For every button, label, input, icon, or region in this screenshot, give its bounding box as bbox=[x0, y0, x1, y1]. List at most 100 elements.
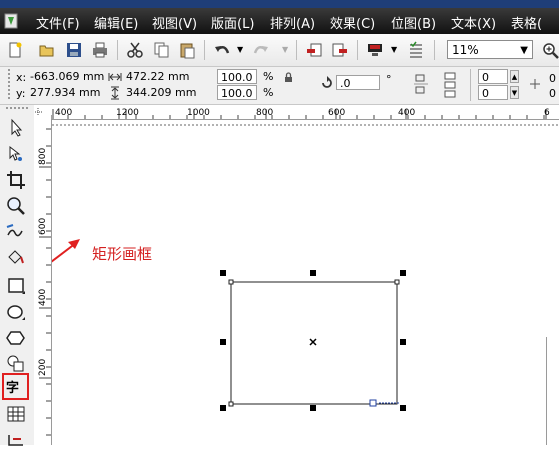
table-tool-icon[interactable] bbox=[5, 403, 27, 425]
toolbar-separator bbox=[357, 40, 358, 60]
undo-dropdown-icon[interactable]: ▼ bbox=[237, 45, 243, 54]
application-launcher-icon[interactable] bbox=[366, 41, 384, 59]
freehand-tool-icon[interactable] bbox=[5, 221, 27, 243]
import-icon[interactable] bbox=[305, 41, 323, 59]
new-document-icon[interactable] bbox=[6, 41, 24, 59]
menu-text[interactable]: 文本(X) bbox=[451, 13, 496, 32]
corner-radius-bottom-right-field[interactable]: 0 bbox=[549, 87, 556, 100]
scale-y-field[interactable]: 100.0 bbox=[217, 85, 257, 100]
rectangle-node[interactable] bbox=[228, 401, 234, 407]
chevron-down-icon: ▼ bbox=[520, 45, 528, 56]
menu-file[interactable]: 文件(F) bbox=[36, 13, 80, 32]
scale-x-field[interactable]: 100.0 bbox=[217, 69, 257, 84]
corner-radius-top-field[interactable]: 0 bbox=[478, 69, 508, 84]
rectangle-node[interactable] bbox=[394, 279, 400, 285]
smart-fill-tool-icon[interactable] bbox=[5, 247, 27, 269]
x-label: x: bbox=[16, 71, 27, 84]
toolbar-separator bbox=[434, 40, 435, 60]
ruler-h-label: 800 bbox=[256, 108, 273, 118]
page-edge bbox=[546, 337, 559, 445]
menu-view[interactable]: 视图(V) bbox=[152, 13, 197, 32]
corner-lock-icon[interactable] bbox=[528, 77, 542, 91]
percent-label: % bbox=[263, 70, 274, 83]
app-icon bbox=[4, 13, 18, 29]
center-mark-icon[interactable] bbox=[309, 338, 317, 346]
zoom-level-value: 11% bbox=[452, 43, 479, 57]
x-position-field[interactable]: -663.069 mm bbox=[30, 69, 104, 84]
ruler-origin[interactable] bbox=[34, 105, 51, 119]
spinner-up-icon[interactable]: ▲ bbox=[510, 70, 519, 83]
zoom-icon[interactable] bbox=[541, 41, 559, 59]
ruler-h-label: 6 bbox=[544, 108, 550, 118]
selection-handle[interactable] bbox=[220, 270, 226, 276]
crop-tool-icon[interactable] bbox=[5, 169, 27, 191]
zoom-level-select[interactable]: 11% ▼ bbox=[447, 40, 533, 59]
drag-handle[interactable] bbox=[8, 69, 14, 99]
corner-radius-top-right-field[interactable]: 0 bbox=[549, 72, 556, 85]
ellipse-tool-icon[interactable] bbox=[5, 301, 27, 323]
ruler-v-label: 800 bbox=[38, 148, 48, 165]
dimension-tool-icon[interactable] bbox=[5, 427, 27, 449]
polygon-tool-icon[interactable] bbox=[5, 327, 27, 349]
selection-handle[interactable] bbox=[400, 339, 406, 345]
standard-toolbar: ▼ ▼ ▼ 11% ▼ bbox=[0, 34, 559, 67]
drag-handle[interactable] bbox=[6, 107, 28, 113]
undo-icon[interactable] bbox=[213, 41, 231, 59]
ruler-h-label: 400 bbox=[55, 108, 72, 118]
y-position-field[interactable]: 277.934 mm bbox=[30, 85, 100, 100]
zoom-tool-icon[interactable] bbox=[5, 195, 27, 217]
height-field[interactable]: 344.209 mm bbox=[126, 85, 196, 100]
menu-layout[interactable]: 版面(L) bbox=[211, 13, 254, 32]
title-bar bbox=[0, 0, 559, 8]
launcher-dropdown-icon[interactable]: ▼ bbox=[391, 45, 397, 54]
selection-handle[interactable] bbox=[220, 405, 226, 411]
redo-icon[interactable] bbox=[252, 41, 270, 59]
horizontal-ruler[interactable]: 400 1200 1000 800 600 400 6 bbox=[34, 105, 559, 120]
selection-handle[interactable] bbox=[220, 339, 226, 345]
ruler-h-label: 1200 bbox=[116, 108, 139, 118]
save-icon[interactable] bbox=[65, 41, 83, 59]
property-bar: x: -663.069 mm y: 277.934 mm 472.22 mm 3… bbox=[0, 67, 559, 105]
open-folder-icon[interactable] bbox=[38, 41, 56, 59]
options-icon[interactable] bbox=[407, 41, 425, 59]
selection-handle[interactable] bbox=[400, 405, 406, 411]
vertical-ruler[interactable]: 800 600 400 200 bbox=[34, 119, 52, 445]
menu-effects[interactable]: 效果(C) bbox=[330, 13, 375, 32]
drawing-canvas[interactable] bbox=[33, 120, 559, 445]
selection-handle[interactable] bbox=[310, 270, 316, 276]
lock-ratio-icon[interactable] bbox=[283, 72, 294, 83]
shape-tool-icon[interactable] bbox=[5, 143, 27, 165]
corner-radius-bottom-field[interactable]: 0 bbox=[478, 85, 508, 100]
rotation-field[interactable]: .0 bbox=[336, 75, 380, 90]
menu-table[interactable]: 表格( bbox=[511, 13, 542, 32]
menu-arrange[interactable]: 排列(A) bbox=[270, 13, 315, 32]
ruler-v-label: 200 bbox=[38, 359, 48, 376]
rectangle-node[interactable] bbox=[228, 279, 234, 285]
selection-handle[interactable] bbox=[310, 405, 316, 411]
redo-dropdown-icon[interactable]: ▼ bbox=[282, 45, 288, 54]
print-icon[interactable] bbox=[91, 41, 109, 59]
export-icon[interactable] bbox=[331, 41, 349, 59]
ruler-h-label: 600 bbox=[328, 108, 345, 118]
cut-icon[interactable] bbox=[126, 41, 144, 59]
annotation-arrow-line bbox=[33, 242, 77, 276]
menu-edit[interactable]: 编辑(E) bbox=[94, 13, 138, 32]
toolbar-separator bbox=[204, 40, 205, 60]
basic-shapes-tool-icon[interactable] bbox=[5, 353, 27, 375]
toolbar-separator bbox=[117, 40, 118, 60]
text-tool-icon[interactable]: 字 bbox=[6, 377, 19, 396]
menu-bitmaps[interactable]: 位图(B) bbox=[391, 13, 436, 32]
paste-icon[interactable] bbox=[178, 41, 196, 59]
align-icon[interactable] bbox=[442, 71, 458, 99]
selection-handle[interactable] bbox=[400, 270, 406, 276]
height-icon bbox=[111, 86, 119, 100]
mirror-icon[interactable] bbox=[414, 72, 428, 98]
spinner-down-icon[interactable]: ▼ bbox=[510, 86, 519, 99]
toolbar-separator bbox=[296, 40, 297, 60]
degree-label: ° bbox=[386, 73, 392, 86]
width-field[interactable]: 472.22 mm bbox=[126, 69, 189, 84]
pick-tool-icon[interactable] bbox=[5, 117, 27, 139]
copy-icon[interactable] bbox=[152, 41, 170, 59]
rectangle-cursor-icon bbox=[369, 399, 399, 407]
rectangle-tool-icon[interactable] bbox=[5, 275, 27, 297]
